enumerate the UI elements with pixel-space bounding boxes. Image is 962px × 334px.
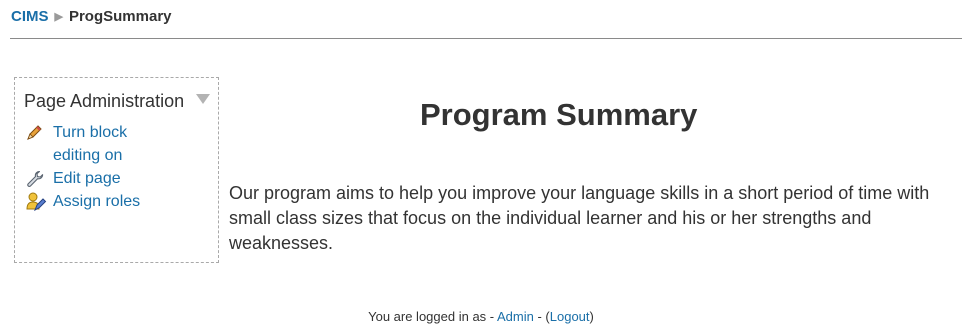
logout-link[interactable]: Logout: [550, 309, 590, 324]
login-info: You are logged in as - Admin - (Logout): [0, 309, 962, 324]
header-divider: [10, 38, 962, 39]
breadcrumb: CIMS ▶ ProgSummary: [11, 8, 172, 25]
menu-item-turn-editing[interactable]: Turn block editing on: [25, 121, 218, 167]
turn-editing-link[interactable]: Turn block editing on: [53, 121, 173, 167]
login-middle: - (: [533, 309, 550, 324]
block-title: Page Administration: [24, 91, 185, 111]
page-administration-block: Page Administration Turn block editing o…: [14, 77, 219, 263]
user-profile-link[interactable]: Admin: [497, 309, 534, 324]
menu-item-edit-page[interactable]: Edit page: [25, 167, 218, 190]
collapse-triangle-icon[interactable]: [196, 94, 210, 104]
login-prefix: You are logged in as -: [368, 309, 498, 324]
assign-roles-link[interactable]: Assign roles: [53, 190, 173, 213]
login-suffix: ): [589, 309, 594, 324]
breadcrumb-separator-icon: ▶: [54, 11, 63, 23]
block-header: Page Administration: [15, 78, 218, 113]
page-description: Our program aims to help you improve you…: [229, 183, 930, 253]
breadcrumb-current: ProgSummary: [68, 8, 172, 25]
pencil-icon: [25, 121, 53, 144]
block-menu: Turn block editing on Edit page Assign r…: [15, 121, 218, 213]
roles-icon: [25, 190, 53, 213]
edit-page-link[interactable]: Edit page: [53, 167, 173, 190]
wrench-icon: [25, 167, 53, 190]
page-title: Program Summary: [420, 97, 698, 132]
menu-item-assign-roles[interactable]: Assign roles: [25, 190, 218, 213]
breadcrumb-home-link[interactable]: CIMS: [11, 8, 49, 25]
